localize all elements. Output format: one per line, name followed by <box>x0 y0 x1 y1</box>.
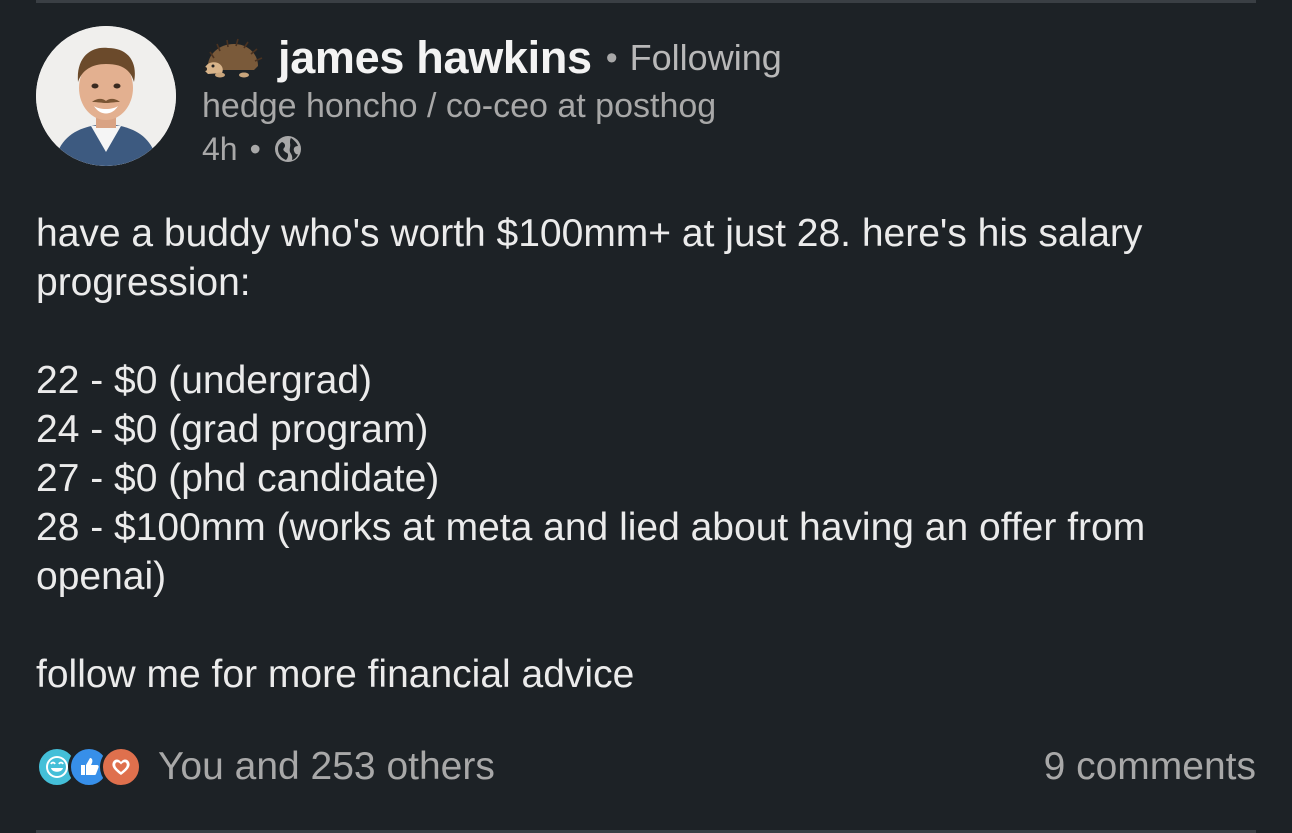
comments-count[interactable]: 9 comments <box>1044 745 1256 789</box>
post-time: 4h <box>202 131 238 167</box>
reactions-count[interactable]: You and 253 others <box>158 745 495 789</box>
post-spacer <box>36 601 1256 650</box>
post-line-salary: 24 - $0 (grad program) <box>36 408 429 451</box>
hedgehog-icon <box>203 38 263 78</box>
post-timestamp-row: 4h • <box>202 129 782 169</box>
post-spacer <box>36 307 1256 356</box>
author-name[interactable]: james hawkins <box>278 32 592 84</box>
author-avatar[interactable] <box>36 26 176 166</box>
post-line-salary: 28 - $100mm (works at meta and lied abou… <box>36 506 1146 598</box>
post-body: have a buddy who's worth $100mm+ at just… <box>36 209 1256 699</box>
time-separator: • <box>249 131 261 167</box>
post-line-closing: follow me for more financial advice <box>36 653 635 696</box>
post-line-salary: 27 - $0 (phd candidate) <box>36 457 440 500</box>
post-line-intro: have a buddy who's worth $100mm+ at just… <box>36 212 1143 304</box>
love-icon <box>100 746 142 788</box>
social-counts-bar: You and 253 others 9 comments <box>36 740 1256 794</box>
author-headline: hedge honcho / co-ceo at posthog <box>202 87 717 125</box>
name-separator: • <box>605 38 618 77</box>
reactions-summary[interactable]: You and 253 others <box>36 745 495 789</box>
globe-icon <box>274 136 301 162</box>
author-name-row: james hawkins • Following <box>202 32 782 84</box>
following-status[interactable]: Following <box>630 37 782 79</box>
reaction-icons <box>36 746 142 788</box>
author-meta: james hawkins • Following hedge honcho /… <box>202 26 782 169</box>
post-header: james hawkins • Following hedge honcho /… <box>36 26 1256 169</box>
top-divider <box>36 0 1256 3</box>
feed-post: james hawkins • Following hedge honcho /… <box>36 26 1256 699</box>
post-line-salary: 22 - $0 (undergrad) <box>36 359 373 402</box>
